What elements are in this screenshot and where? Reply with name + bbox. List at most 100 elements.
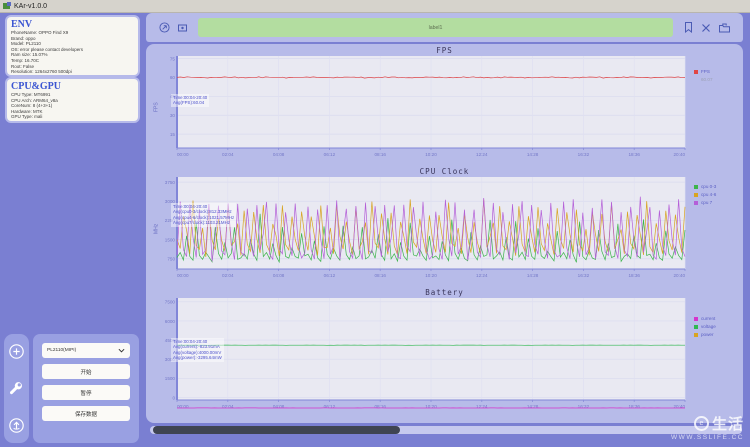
fps-plot-area[interactable]: 15 30 45 60 75 00:00 02:04 04:08 06:12 08:16 10:20… (161, 56, 687, 159)
svg-text:08:16: 08:16 (374, 152, 386, 157)
power-swatch (694, 332, 698, 337)
svg-text:14:28: 14:28 (527, 273, 539, 278)
cpu7-swatch (694, 200, 698, 205)
fps-plot: 153045607500:00 02:04 04:08 06:12 08:16 10:20… (170, 56, 686, 157)
cpu-plot-area[interactable]: 750 1500 2250 3000 3750 00:00 02:04 04:08 06:12 0… (161, 177, 687, 280)
svg-text:3750: 3750 (165, 180, 176, 185)
svg-text:16:32: 16:32 (578, 152, 590, 157)
svg-text:08:16: 08:16 (374, 273, 386, 278)
label-text: label1 (428, 24, 443, 31)
locate-icon (159, 22, 170, 33)
cpu-plot: 750150022503000375000:00 02:04 04:08 06:12 0… (165, 177, 686, 278)
svg-text:75: 75 (170, 56, 176, 61)
legend-item-fps[interactable]: FPS (694, 69, 737, 74)
legend-item-cpu7[interactable]: cpu 7 (694, 200, 737, 205)
device-select-value: PL2110(MIPI) (47, 348, 77, 353)
svg-text:20:40: 20:40 (674, 273, 686, 278)
cpu-annotation: Time:00:04-20:40 Avg(cpu0-3/clock):812.3… (171, 203, 237, 227)
svg-text:1500: 1500 (165, 376, 176, 381)
battery-annotation: Time:00:04-20:40 Avg(current):-823.91mA … (171, 338, 224, 362)
charts-panel: FPS FPS 15 30 45 60 75 00:00 02:04 04:08 06:12 08… (146, 44, 743, 423)
battery-plot: 01500300045006000750000:00 02:04 04:08 06:1… (165, 298, 685, 409)
upload-button[interactable] (8, 417, 25, 434)
svg-text:00:00: 00:00 (177, 152, 189, 157)
cut-button[interactable] (701, 23, 711, 33)
cpu0-3-swatch (694, 184, 698, 189)
svg-text:30: 30 (170, 113, 176, 118)
folder-icon (719, 23, 730, 32)
battery-plot-area[interactable]: 0 1500 3000 4500 6000 7500 00:00 02:04 04:08 06:1… (161, 298, 687, 411)
watermark-logo-icon: e (693, 416, 709, 431)
plus-circle-icon (9, 344, 24, 359)
fps-legend: FPS 60.07 (687, 56, 737, 159)
watermark: e 生活 WWW.SSLIFE.CC (671, 413, 744, 441)
svg-text:6000: 6000 (165, 319, 176, 324)
cpu4-6-swatch (694, 192, 698, 197)
current-swatch (694, 316, 698, 321)
fps-chart: FPS FPS 15 30 45 60 75 00:00 02:04 04:08 06:12 08… (152, 46, 737, 159)
wrench-icon (9, 382, 23, 395)
env-line: Resolution: 1264x2760 500dpi (11, 69, 72, 75)
svg-text:04:08: 04:08 (273, 152, 285, 157)
svg-text:750: 750 (167, 257, 175, 262)
cpu-gpu-title: CPU&GPU (11, 81, 61, 92)
env-title: ENV (11, 19, 33, 30)
cpu-gpu-panel: CPU&GPU CPU Type: MT6991 CPU Arch: ARM64… (7, 79, 138, 121)
svg-text:14:28: 14:28 (527, 152, 539, 157)
device-select[interactable]: PL2110(MIPI) (42, 343, 130, 358)
start-button[interactable]: 开始 (42, 364, 130, 379)
legend-item-power[interactable]: power (694, 332, 737, 337)
pause-button[interactable]: 暂停 (42, 385, 130, 400)
cpu-y-axis-label: MHz (153, 223, 160, 234)
upload-circle-icon (9, 418, 24, 433)
fps-swatch (694, 69, 698, 74)
cpu-legend: cpu 0-3 cpu 4-6 cpu 7 (687, 177, 737, 280)
svg-text:06:12: 06:12 (324, 152, 336, 157)
svg-text:15: 15 (170, 132, 176, 137)
svg-text:10:20: 10:20 (425, 152, 437, 157)
bookmark-icon (685, 22, 692, 34)
svg-text:10:20: 10:20 (425, 273, 437, 278)
svg-text:60: 60 (170, 75, 176, 80)
fps-legend-value: 60.07 (701, 77, 713, 82)
toolbar: label1 (146, 13, 743, 42)
legend-item-cpu4-6[interactable]: cpu 4-6 (694, 192, 737, 197)
save-data-button[interactable]: 保存数据 (42, 406, 130, 421)
cpu-gpu-line: GPU Type: mali (11, 114, 43, 120)
svg-text:12:24: 12:24 (476, 152, 488, 157)
cpu-clock-chart: CPU Clock MHz 750 1500 2250 3000 3750 00:00 02… (152, 167, 737, 280)
svg-text:0: 0 (172, 395, 175, 400)
screenshot-icon (178, 24, 187, 31)
label-input[interactable]: label1 (198, 18, 673, 37)
locate-button[interactable] (159, 22, 170, 33)
legend-item-voltage[interactable]: voltage (694, 324, 737, 329)
svg-text:12:24: 12:24 (476, 273, 488, 278)
battery-chart: Battery 0 1500 3000 4500 6000 7500 00:00 02:04 0… (152, 288, 737, 411)
add-button[interactable] (8, 343, 25, 360)
svg-text:20:40: 20:40 (674, 152, 686, 157)
battery-y-axis-label (152, 298, 161, 411)
settings-button[interactable] (8, 380, 25, 397)
voltage-swatch (694, 324, 698, 329)
bookmark-save-button[interactable] (684, 22, 693, 34)
fps-annotation: Time:00:04-20:40 Avg(FPS):60.04 (171, 94, 210, 107)
svg-text:04:08: 04:08 (273, 273, 285, 278)
app-icon (3, 2, 11, 9)
folder-button[interactable] (719, 23, 730, 33)
legend-item-cpu0-3[interactable]: cpu 0-3 (694, 184, 737, 189)
svg-text:7500: 7500 (165, 300, 176, 305)
control-panel: PL2110(MIPI) 开始 暂停 保存数据 (33, 334, 139, 443)
svg-text:00:00: 00:00 (177, 273, 189, 278)
horizontal-scrollbar-thumb[interactable] (153, 426, 400, 434)
title-bar: KAr-v1.0.0 (0, 0, 750, 13)
sidebar (4, 334, 29, 443)
legend-item-current[interactable]: current (694, 316, 737, 321)
screenshot-button[interactable] (178, 24, 187, 32)
svg-text:16:32: 16:32 (578, 273, 590, 278)
horizontal-scrollbar[interactable] (150, 426, 742, 434)
svg-text:06:12: 06:12 (324, 273, 336, 278)
battery-chart-title: Battery (425, 288, 464, 297)
cpu-clock-chart-title: CPU Clock (419, 167, 470, 176)
scissors-icon (702, 23, 710, 32)
watermark-url: WWW.SSLIFE.CC (671, 434, 744, 441)
